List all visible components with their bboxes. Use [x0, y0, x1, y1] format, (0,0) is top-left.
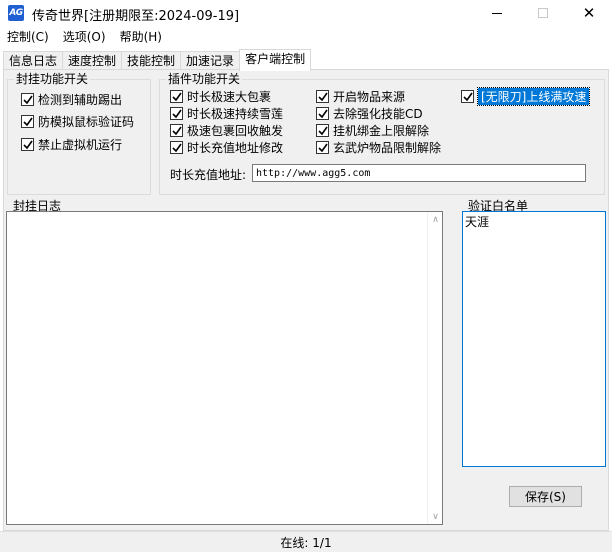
maximize-button[interactable]: [520, 0, 566, 26]
checkbox-box[interactable]: [316, 124, 329, 137]
checkmark-icon: [317, 92, 328, 101]
checkmark-icon: [22, 95, 33, 104]
save-button[interactable]: 保存(S): [509, 486, 582, 507]
title-bar: AG 传奇世界[注册期限至:2024-09-19] ✕: [0, 0, 612, 26]
recharge-address-label: 时长充值地址:: [170, 168, 247, 182]
plugin-switch-title: 插件功能开关: [166, 72, 243, 86]
tab-skill-control[interactable]: 技能控制: [121, 51, 182, 70]
checkbox-full-attack-speed[interactable]: [无限刀]上线满攻速: [461, 87, 591, 106]
checkbox-label: 挂机绑金上限解除: [333, 124, 430, 138]
checkbox-block-vm[interactable]: 禁止虚拟机运行: [21, 136, 122, 153]
checkbox-box[interactable]: [170, 107, 183, 120]
checkbox-box[interactable]: [461, 90, 474, 103]
close-button[interactable]: ✕: [566, 0, 612, 26]
checkbox-label: 时长极速持续雪莲: [187, 107, 284, 121]
checkbox-recharge-address-modify[interactable]: 时长充值地址修改: [170, 139, 283, 156]
checkmark-icon: [317, 143, 328, 152]
tab-info-log[interactable]: 信息日志: [3, 51, 64, 70]
checkbox-label: [无限刀]上线满攻速: [476, 87, 591, 106]
close-icon: ✕: [582, 3, 596, 22]
checkbox-bound-gold-limit[interactable]: 挂机绑金上限解除: [316, 122, 429, 139]
checkbox-duration-big-bag[interactable]: 时长极速大包裹: [170, 88, 271, 105]
tab-strip: 信息日志 速度控制 技能控制 加速记录 客户端控制: [3, 49, 312, 71]
checkbox-label: 时长充值地址修改: [187, 141, 284, 155]
app-logo-icon: AG: [8, 5, 24, 21]
menu-options[interactable]: 选项(O): [56, 28, 113, 46]
log-scrollbar[interactable]: ∧ ∨: [427, 212, 442, 524]
checkmark-icon: [22, 140, 33, 149]
checkmark-icon: [317, 109, 328, 118]
minimize-icon: [492, 12, 502, 14]
checkbox-label: 开启物品来源: [333, 90, 406, 104]
checkbox-furnace-item-limit[interactable]: 玄武炉物品限制解除: [316, 139, 441, 156]
status-bar: 在线: 1/1: [0, 531, 612, 552]
menu-control[interactable]: 控制(C): [0, 28, 56, 46]
checkbox-box[interactable]: [170, 141, 183, 154]
checkbox-remove-skill-cd[interactable]: 去除强化技能CD: [316, 105, 423, 122]
checkbox-label: 玄武炉物品限制解除: [333, 141, 442, 155]
minimize-button[interactable]: [474, 0, 520, 26]
tab-speedup-records[interactable]: 加速记录: [180, 51, 241, 70]
checkmark-icon: [171, 126, 182, 135]
whitelist-entry: 天涯: [465, 215, 490, 229]
checkbox-box[interactable]: [21, 138, 34, 151]
checkbox-box[interactable]: [170, 124, 183, 137]
block-log-textarea[interactable]: ∧ ∨: [6, 211, 443, 525]
menu-help[interactable]: 帮助(H): [113, 28, 169, 46]
checkbox-label: 去除强化技能CD: [333, 107, 423, 121]
tab-speed-control[interactable]: 速度控制: [62, 51, 123, 70]
checkbox-anti-mouse-captcha[interactable]: 防模拟鼠标验证码: [21, 113, 134, 130]
maximize-icon: [538, 8, 548, 18]
scroll-down-icon[interactable]: ∨: [428, 509, 443, 524]
checkmark-icon: [462, 92, 473, 101]
checkbox-box[interactable]: [21, 93, 34, 106]
checkbox-duration-snow-lotus[interactable]: 时长极速持续雪莲: [170, 105, 283, 122]
block-switch-title: 封挂功能开关: [14, 72, 91, 86]
recharge-address-input[interactable]: http://www.agg5.com: [252, 164, 586, 182]
checkbox-label: 禁止虚拟机运行: [38, 138, 123, 152]
checkbox-label: 极速包裹回收触发: [187, 124, 284, 138]
checkbox-box[interactable]: [316, 141, 329, 154]
checkbox-detect-assist-kick[interactable]: 检测到辅助踢出: [21, 91, 122, 108]
window-title: 传奇世界[注册期限至:2024-09-19]: [32, 9, 240, 24]
checkmark-icon: [22, 117, 33, 126]
checkbox-label: 检测到辅助踢出: [38, 93, 123, 107]
checkbox-label: 时长极速大包裹: [187, 90, 272, 104]
checkmark-icon: [171, 109, 182, 118]
online-status: 在线: 1/1: [280, 535, 332, 550]
menu-bar: 控制(C) 选项(O) 帮助(H): [0, 28, 169, 46]
tab-client-control[interactable]: 客户端控制: [239, 49, 312, 71]
checkmark-icon: [171, 92, 182, 101]
checkmark-icon: [317, 126, 328, 135]
checkbox-box[interactable]: [316, 90, 329, 103]
checkbox-box[interactable]: [170, 90, 183, 103]
checkbox-box[interactable]: [316, 107, 329, 120]
checkmark-icon: [171, 143, 182, 152]
checkbox-item-source[interactable]: 开启物品来源: [316, 88, 405, 105]
checkbox-bag-recycle-trigger[interactable]: 极速包裹回收触发: [170, 122, 283, 139]
checkbox-label: 防模拟鼠标验证码: [38, 115, 135, 129]
checkbox-box[interactable]: [21, 115, 34, 128]
scroll-up-icon[interactable]: ∧: [428, 212, 443, 227]
whitelist-textarea[interactable]: 天涯: [462, 211, 606, 467]
